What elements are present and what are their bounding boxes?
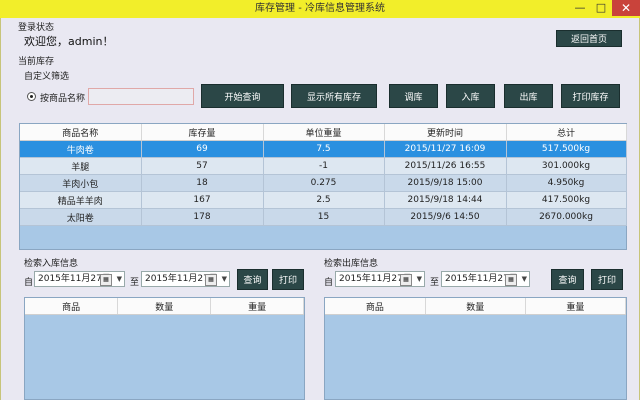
login-status-label: 登录状态 (18, 23, 55, 33)
cell-quantity: 178 (141, 208, 264, 226)
grid-header-row: 商品 数量 重量 (325, 298, 627, 315)
stock-out-query-button[interactable]: 查询 (551, 269, 584, 290)
column-header-total[interactable]: 总计 (506, 124, 627, 141)
name-filter-radio[interactable] (27, 92, 36, 101)
cell-name: 精品羊羊肉 (20, 191, 142, 209)
stock-in-query-button[interactable]: 查询 (237, 269, 268, 290)
cell-updated: 2015/9/18 14:44 (384, 191, 507, 209)
chevron-down-icon[interactable]: ▼ (522, 272, 527, 286)
table-row[interactable]: 羊肉小包 18 0.275 2015/9/18 15:00 4.950kg (20, 174, 627, 192)
column-header-updated[interactable]: 更新时间 (384, 124, 507, 141)
column-header-product[interactable]: 商品 (25, 298, 119, 315)
stock-in-from-date[interactable]: 2015年11月27日 ▦ ▼ (34, 271, 125, 287)
filter-label: 自定义筛选 (24, 72, 70, 82)
grid-header-row: 商品名称 库存量 单位重量 更新时间 总计 (20, 124, 627, 141)
stock-in-from-label: 自 (24, 278, 34, 288)
name-filter-label: 按商品名称 (40, 94, 86, 104)
stock-out-grid[interactable]: 商品 数量 重量 (324, 297, 627, 400)
column-header-unit-weight[interactable]: 单位重量 (263, 124, 385, 141)
table-row[interactable]: 羊腿 57 -1 2015/11/26 16:55 301.000kg (20, 157, 627, 175)
home-button[interactable]: 返回首页 (556, 30, 622, 47)
cell-updated: 2015/9/18 15:00 (384, 174, 507, 192)
chevron-down-icon[interactable]: ▼ (222, 272, 227, 286)
cell-total: 4.950kg (506, 174, 627, 192)
cell-quantity: 57 (141, 157, 264, 175)
column-header-name[interactable]: 商品名称 (20, 124, 142, 141)
cell-unit-weight: -1 (263, 157, 385, 175)
cell-unit-weight: 0.275 (263, 174, 385, 192)
welcome-text: 欢迎您，admin！ (24, 35, 114, 48)
table-row[interactable]: 牛肉卷 69 7.5 2015/11/27 16:09 517.500kg (20, 140, 627, 158)
cell-unit-weight: 15 (263, 208, 385, 226)
calendar-icon[interactable]: ▦ (100, 274, 112, 286)
stock-out-to-label: 至 (430, 278, 440, 288)
stock-out-button[interactable]: 出库 (504, 84, 553, 108)
print-inventory-button[interactable]: 打印库存 (561, 84, 620, 108)
stock-in-grid[interactable]: 商品 数量 重量 (24, 297, 305, 400)
stock-out-from-label: 自 (324, 278, 334, 288)
cell-name: 羊肉小包 (20, 174, 142, 192)
transfer-button[interactable]: 调库 (389, 84, 438, 108)
column-header-quantity[interactable]: 数量 (117, 298, 212, 315)
stock-in-to-label: 至 (130, 278, 140, 288)
calendar-icon[interactable]: ▦ (505, 274, 517, 286)
cell-quantity: 69 (141, 140, 264, 158)
stock-in-section-label: 检索入库信息 (24, 259, 79, 269)
stock-out-print-button[interactable]: 打印 (591, 269, 623, 290)
column-header-product[interactable]: 商品 (325, 298, 426, 315)
minimize-button[interactable]: — (570, 0, 590, 16)
calendar-icon[interactable]: ▦ (205, 274, 217, 286)
cell-quantity: 167 (141, 191, 264, 209)
window-title: 库存管理 - 冷库信息管理系统 (255, 3, 385, 14)
chevron-down-icon[interactable]: ▼ (117, 272, 122, 286)
cell-quantity: 18 (141, 174, 264, 192)
column-header-weight[interactable]: 重量 (525, 298, 627, 315)
cell-updated: 2015/11/27 16:09 (384, 140, 507, 158)
stock-in-print-button[interactable]: 打印 (272, 269, 304, 290)
cell-total: 301.000kg (506, 157, 627, 175)
stock-out-to-date[interactable]: 2015年11月27日 ▦ ▼ (441, 271, 530, 287)
product-name-input[interactable] (88, 88, 194, 105)
table-row[interactable]: 精品羊羊肉 167 2.5 2015/9/18 14:44 417.500kg (20, 191, 627, 209)
inventory-section-label: 当前库存 (18, 57, 55, 67)
table-row[interactable]: 太阳卷 178 15 2015/9/6 14:50 2670.000kg (20, 208, 627, 226)
close-button[interactable]: ✕ (612, 0, 640, 16)
column-header-quantity[interactable]: 数量 (425, 298, 526, 315)
cell-name: 羊腿 (20, 157, 142, 175)
cell-updated: 2015/9/6 14:50 (384, 208, 507, 226)
cell-unit-weight: 7.5 (263, 140, 385, 158)
stock-out-from-date[interactable]: 2015年11月27日 ▦ ▼ (335, 271, 425, 287)
title-bar[interactable]: 库存管理 - 冷库信息管理系统 — □ ✕ (0, 0, 640, 18)
cell-updated: 2015/11/26 16:55 (384, 157, 507, 175)
maximize-button[interactable]: □ (591, 0, 611, 16)
cell-unit-weight: 2.5 (263, 191, 385, 209)
stock-in-button[interactable]: 入库 (446, 84, 495, 108)
cell-name: 牛肉卷 (20, 140, 142, 158)
cell-total: 2670.000kg (506, 208, 627, 226)
chevron-down-icon[interactable]: ▼ (417, 272, 422, 286)
show-all-button[interactable]: 显示所有库存 (291, 84, 377, 108)
column-header-weight[interactable]: 重量 (210, 298, 304, 315)
calendar-icon[interactable]: ▦ (400, 274, 412, 286)
cell-total: 417.500kg (506, 191, 627, 209)
grid-header-row: 商品 数量 重量 (25, 298, 304, 315)
cell-name: 太阳卷 (20, 208, 142, 226)
inventory-grid[interactable]: 商品名称 库存量 单位重量 更新时间 总计 牛肉卷 69 7.5 2015/11… (19, 123, 627, 250)
cell-total: 517.500kg (506, 140, 627, 158)
stock-out-section-label: 检索出库信息 (324, 259, 379, 269)
column-header-quantity[interactable]: 库存量 (141, 124, 264, 141)
stock-in-to-date[interactable]: 2015年11月27日 ▦ ▼ (141, 271, 230, 287)
query-button[interactable]: 开始查询 (201, 84, 284, 108)
